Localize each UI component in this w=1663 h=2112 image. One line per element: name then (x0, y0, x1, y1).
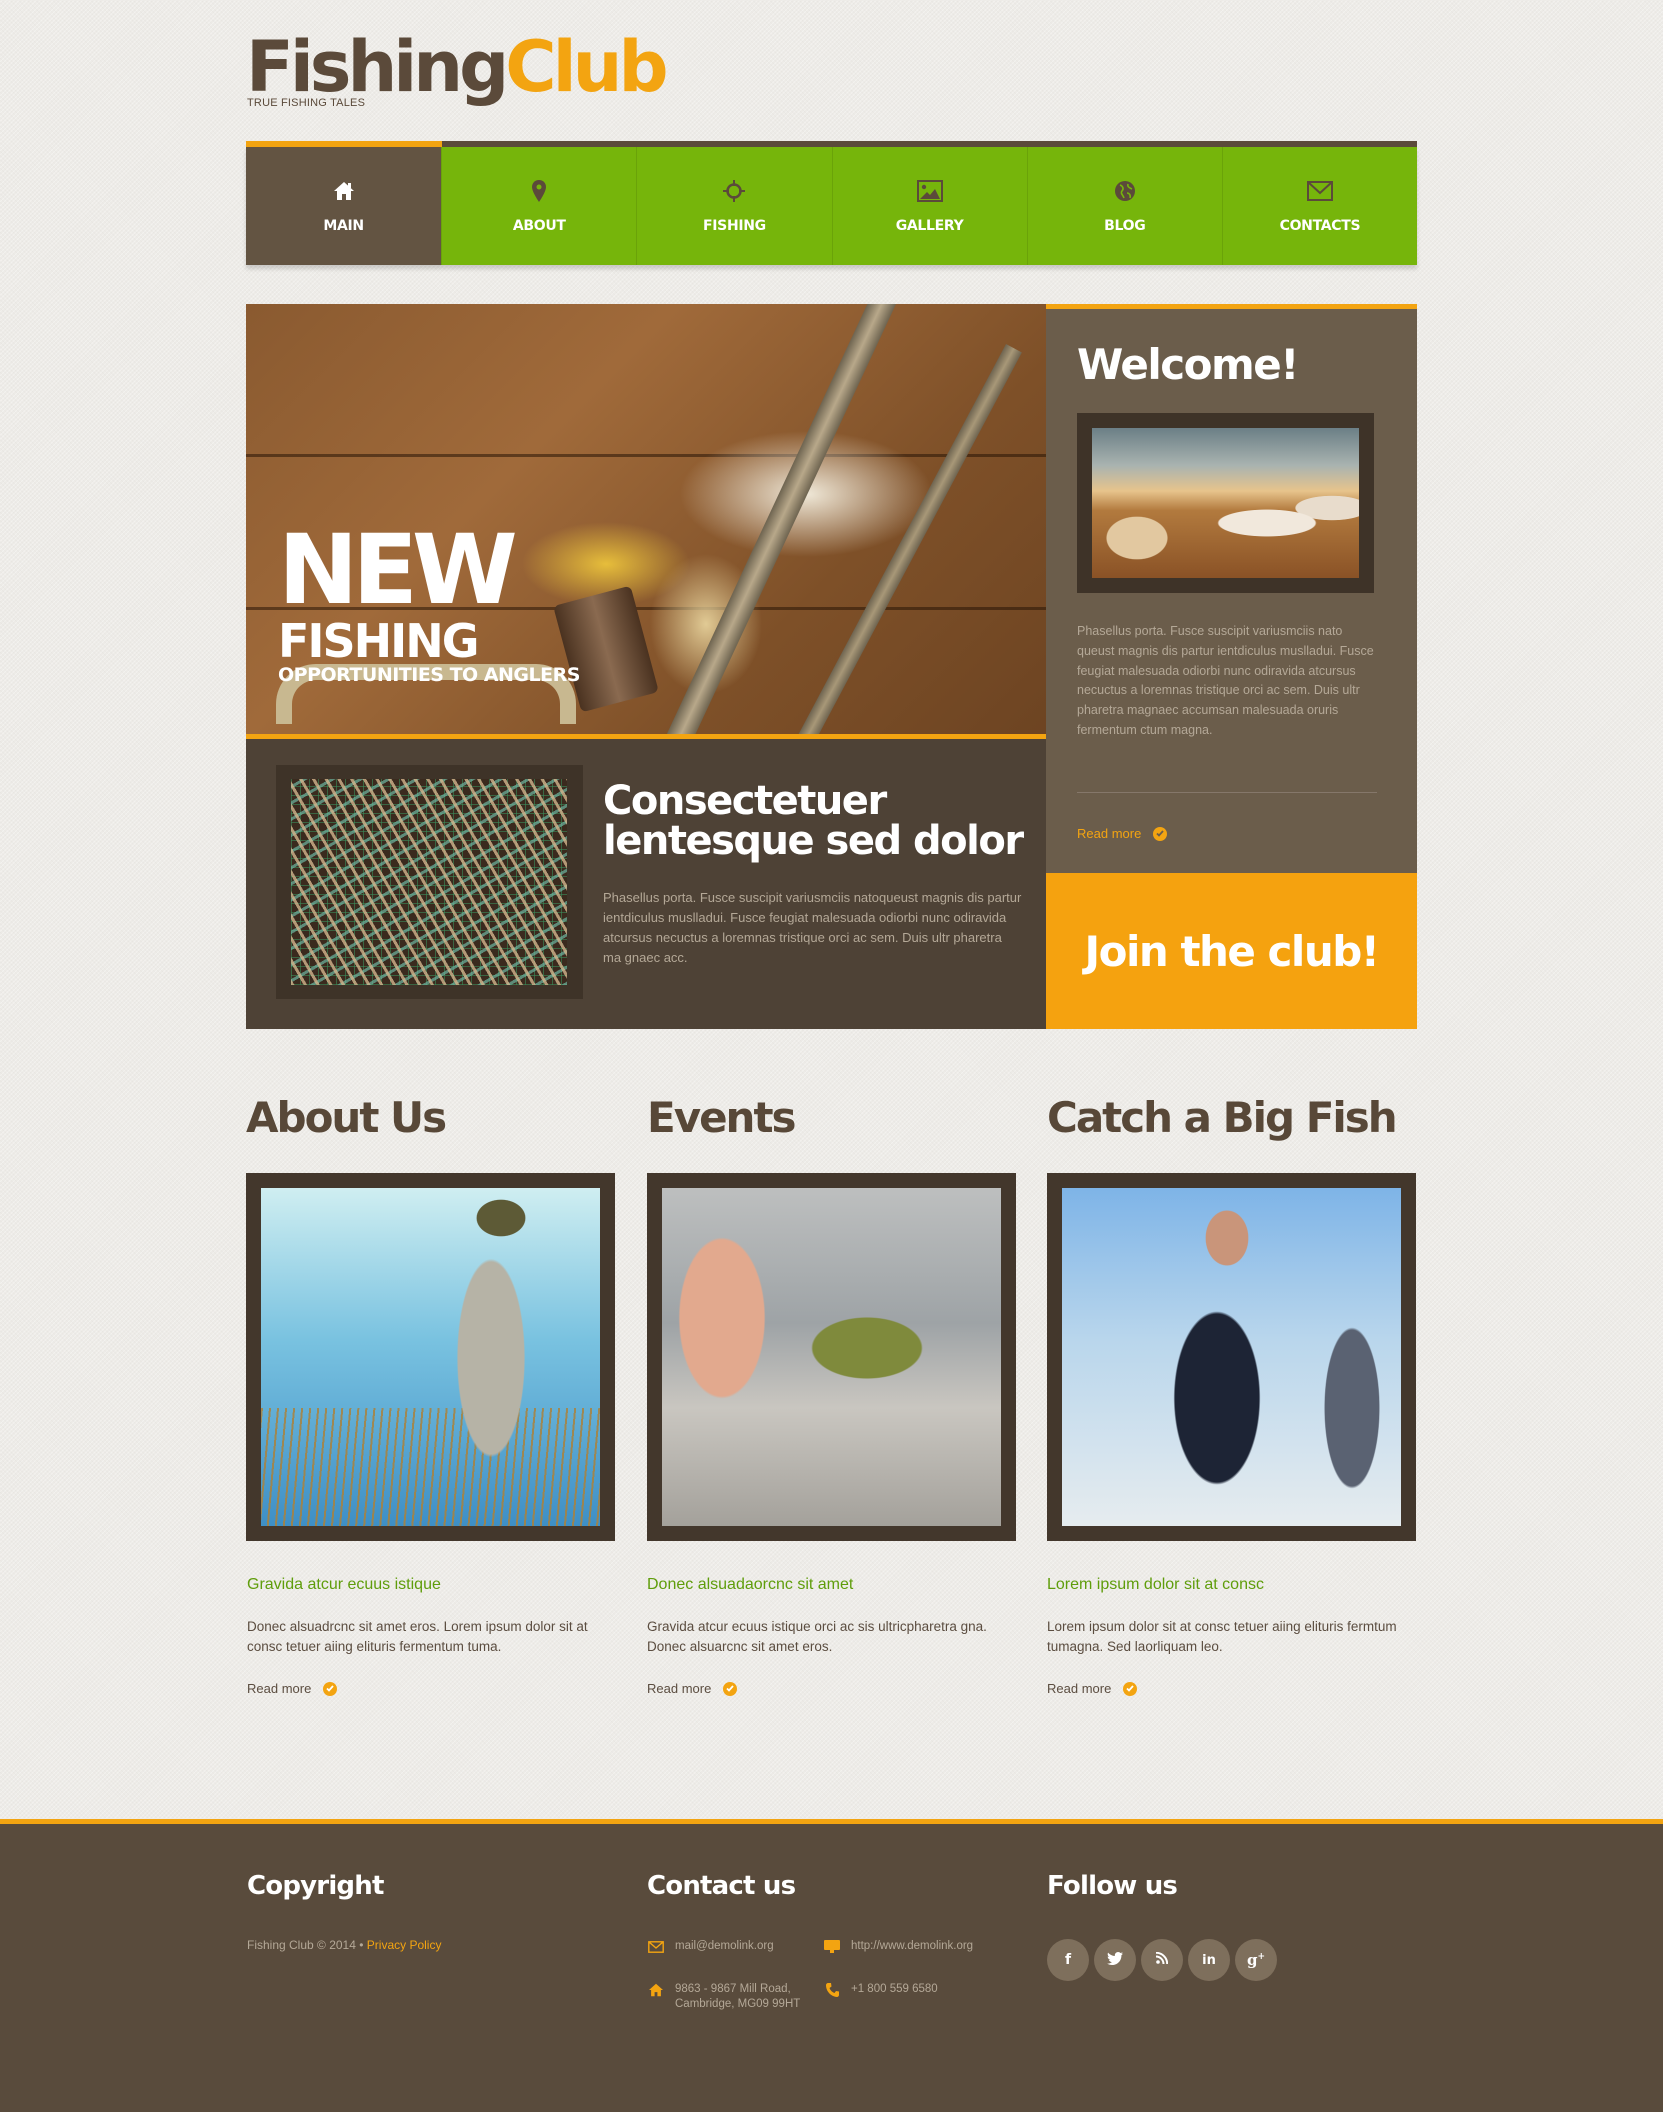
feature-image-ropes[interactable] (291, 779, 567, 985)
crosshairs-icon (721, 178, 747, 204)
contact-address: 9863 - 9867 Mill Road, Cambridge, MG09 99… (647, 1982, 800, 2012)
globe-icon (1112, 178, 1138, 204)
nav-label: FISHING (702, 218, 766, 234)
contact-website[interactable]: http://www.demolink.org (823, 1939, 973, 1954)
nav-label: CONTACTS (1279, 218, 1361, 234)
hero-headline-new: NEW (278, 514, 518, 626)
site-tagline: TRUE FISHING TALES (247, 97, 366, 109)
address-line-2: Cambridge, MG09 99HT (675, 1998, 801, 2010)
logo-club: Club (505, 26, 668, 108)
read-more-label: Read more (1077, 826, 1142, 841)
contact-website-value: http://www.demolink.org (851, 1940, 974, 1952)
envelope-icon (1306, 178, 1333, 204)
column-read-more-link[interactable]: Read more (647, 1681, 738, 1696)
column-subheading[interactable]: Lorem ipsum dolor sit at consc (1047, 1576, 1264, 1594)
contact-email[interactable]: mail@demolink.org (647, 1939, 774, 1954)
column-heading-about: About Us (246, 1093, 447, 1142)
column-text: Lorem ipsum dolor sit at consc tetuer ai… (1047, 1619, 1397, 1654)
fishing-rod-graphic (649, 304, 910, 734)
linkedin-icon: in (1202, 1952, 1216, 1968)
check-circle-icon (1123, 1681, 1138, 1696)
check-circle-icon (723, 1681, 738, 1696)
feature-title: Consectetuer lentesque sed dolor (603, 778, 1024, 864)
social-links: f in g+ (1047, 1939, 1277, 1981)
hero-headline-fishing: FISHING (278, 614, 480, 668)
google-plus-button[interactable]: g+ (1235, 1939, 1277, 1981)
monitor-icon (823, 1939, 841, 1954)
home-icon (331, 178, 357, 204)
welcome-title: Welcome! (1077, 340, 1299, 389)
facebook-button[interactable]: f (1047, 1939, 1089, 1981)
footer-copyright-text: Fishing Club © 2014 • Privacy Policy (247, 1938, 441, 1952)
copyright-label: Fishing Club © 2014 • (247, 1938, 367, 1952)
read-more-label: Read more (247, 1681, 312, 1696)
facebook-icon: f (1064, 1952, 1072, 1968)
contact-phone[interactable]: +1 800 559 6580 (823, 1982, 938, 1997)
fishing-rod-graphic (761, 344, 1022, 734)
nav-label: GALLERY (895, 218, 964, 234)
column-heading-events: Events (647, 1093, 797, 1142)
phone-icon (823, 1982, 841, 1997)
twitter-button[interactable] (1094, 1939, 1136, 1981)
footer-copyright-heading: Copyright (247, 1871, 384, 1901)
nav-item-fishing[interactable]: FISHING (636, 147, 832, 265)
card-image-big-fish[interactable] (1062, 1188, 1401, 1526)
footer-contact-heading: Contact us (647, 1871, 796, 1901)
privacy-policy-link[interactable]: Privacy Policy (367, 1938, 442, 1952)
nav-item-main[interactable]: MAIN (246, 147, 442, 265)
column-text: Donec alsuadrcnc sit amet eros. Lorem ip… (247, 1619, 588, 1654)
logo-fishing: Fishing (246, 26, 509, 108)
nav-label: MAIN (323, 218, 364, 234)
check-circle-icon (1153, 826, 1168, 841)
column-heading-big-fish: Catch a Big Fish (1047, 1093, 1398, 1142)
rss-icon (1155, 1951, 1169, 1968)
column-subheading[interactable]: Gravida atcur ecuus istique (247, 1576, 441, 1594)
nav-label: BLOG (1104, 218, 1146, 234)
feature-text: Phasellus porta. Fusce suscipit variusmc… (603, 890, 1022, 965)
column-read-more-link[interactable]: Read more (1047, 1681, 1138, 1696)
nav-label: ABOUT (512, 218, 566, 234)
column-read-more-link[interactable]: Read more (247, 1681, 338, 1696)
read-more-label: Read more (1047, 1681, 1112, 1696)
main-nav: MAIN ABOUT FISHING GALLERY BLOG CONTACTS (246, 147, 1418, 265)
welcome-divider (1077, 792, 1377, 793)
welcome-read-more-link[interactable]: Read more (1077, 826, 1168, 841)
home-icon (647, 1982, 665, 1997)
twitter-icon (1107, 1951, 1123, 1969)
footer-follow-heading: Follow us (1047, 1871, 1178, 1901)
google-plus-icon: g+ (1246, 1951, 1266, 1969)
nav-item-contacts[interactable]: CONTACTS (1221, 147, 1418, 265)
welcome-image-boats[interactable] (1092, 428, 1359, 578)
read-more-label: Read more (647, 1681, 712, 1696)
card-image-fisherman[interactable] (261, 1188, 600, 1526)
nav-item-about[interactable]: ABOUT (441, 147, 637, 265)
site-logo[interactable]: FishingClub (246, 26, 669, 108)
hero-subheadline: OPPORTUNITIES TO ANGLERS (278, 664, 580, 686)
contact-email-value: mail@demolink.org (675, 1940, 774, 1952)
envelope-icon (647, 1939, 665, 1954)
site-footer (0, 1819, 1663, 2112)
card-image-lure[interactable] (662, 1188, 1001, 1526)
welcome-text: Phasellus porta. Fusce suscipit variusmc… (1077, 624, 1374, 737)
address-line-1: 9863 - 9867 Mill Road, (675, 1983, 791, 1995)
map-marker-icon (526, 178, 552, 204)
column-text: Gravida atcur ecuus istique orci ac sis … (647, 1619, 987, 1654)
nav-item-gallery[interactable]: GALLERY (831, 147, 1027, 265)
column-subheading[interactable]: Donec alsuadaorcnc sit amet (647, 1576, 853, 1594)
picture-icon (916, 178, 943, 204)
contact-phone-value: +1 800 559 6580 (851, 1983, 938, 1995)
linkedin-button[interactable]: in (1188, 1939, 1230, 1981)
join-club-button[interactable]: Join the club! (1046, 873, 1417, 1029)
rss-button[interactable] (1141, 1939, 1183, 1981)
nav-item-blog[interactable]: BLOG (1026, 147, 1222, 265)
check-circle-icon (323, 1681, 338, 1696)
